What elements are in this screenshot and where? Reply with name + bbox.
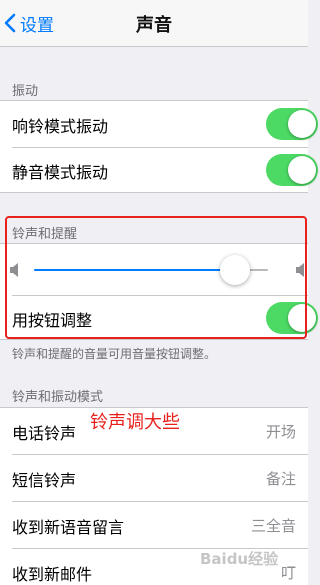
vibrate-on-ring-toggle[interactable]	[266, 108, 318, 140]
row-label: 响铃模式振动	[12, 117, 109, 136]
slider-fill	[34, 269, 236, 271]
slider-thumb[interactable]	[220, 255, 251, 285]
volume-low-icon	[10, 263, 18, 277]
row-label: 用按钮调整	[12, 311, 93, 330]
section-header-patterns: 铃声和振动模式	[12, 390, 104, 405]
toggle-knob	[288, 304, 316, 332]
vibrate-on-silent-toggle[interactable]	[266, 154, 318, 186]
ringer-footer-note: 铃声和提醒的音量可用音量按钮调整。	[12, 347, 217, 361]
vibrate-on-ring-row: 响铃模式振动	[0, 101, 318, 147]
toggle-knob	[288, 110, 316, 138]
section-header-ringer: 铃声和提醒	[12, 227, 78, 242]
change-with-buttons-row: 用按钮调整	[0, 295, 318, 341]
volume-high-icon	[296, 263, 304, 277]
row-value: 开场	[265, 423, 296, 441]
row-value: 叮	[280, 564, 296, 582]
toggle-knob	[288, 156, 316, 184]
page-title: 声音	[136, 15, 172, 36]
text-tone-row[interactable]: 短信铃声 备注	[0, 455, 308, 501]
row-label: 收到新邮件	[12, 565, 93, 584]
ringer-volume-row	[0, 244, 308, 296]
row-label: 短信铃声	[12, 471, 77, 490]
new-voicemail-row[interactable]: 收到新语音留言 三全音	[0, 502, 308, 548]
row-value: 备注	[265, 470, 296, 488]
row-label: 电话铃声	[12, 424, 77, 443]
change-with-buttons-toggle[interactable]	[266, 302, 318, 334]
annotation-text: 铃声调大些	[90, 412, 180, 433]
row-value: 三全音	[250, 517, 296, 535]
section-header-vibrate: 振动	[12, 84, 39, 99]
vibrate-group: 响铃模式振动 静音模式振动	[0, 100, 318, 193]
navigation-bar: 设置 声音	[0, 0, 308, 47]
watermark: Baidu经验	[200, 550, 279, 568]
vibrate-on-silent-row: 静音模式振动	[0, 147, 318, 193]
ringer-group: 用按钮调整	[0, 243, 318, 341]
row-label: 收到新语音留言	[12, 518, 125, 537]
row-label: 静音模式振动	[12, 163, 109, 182]
